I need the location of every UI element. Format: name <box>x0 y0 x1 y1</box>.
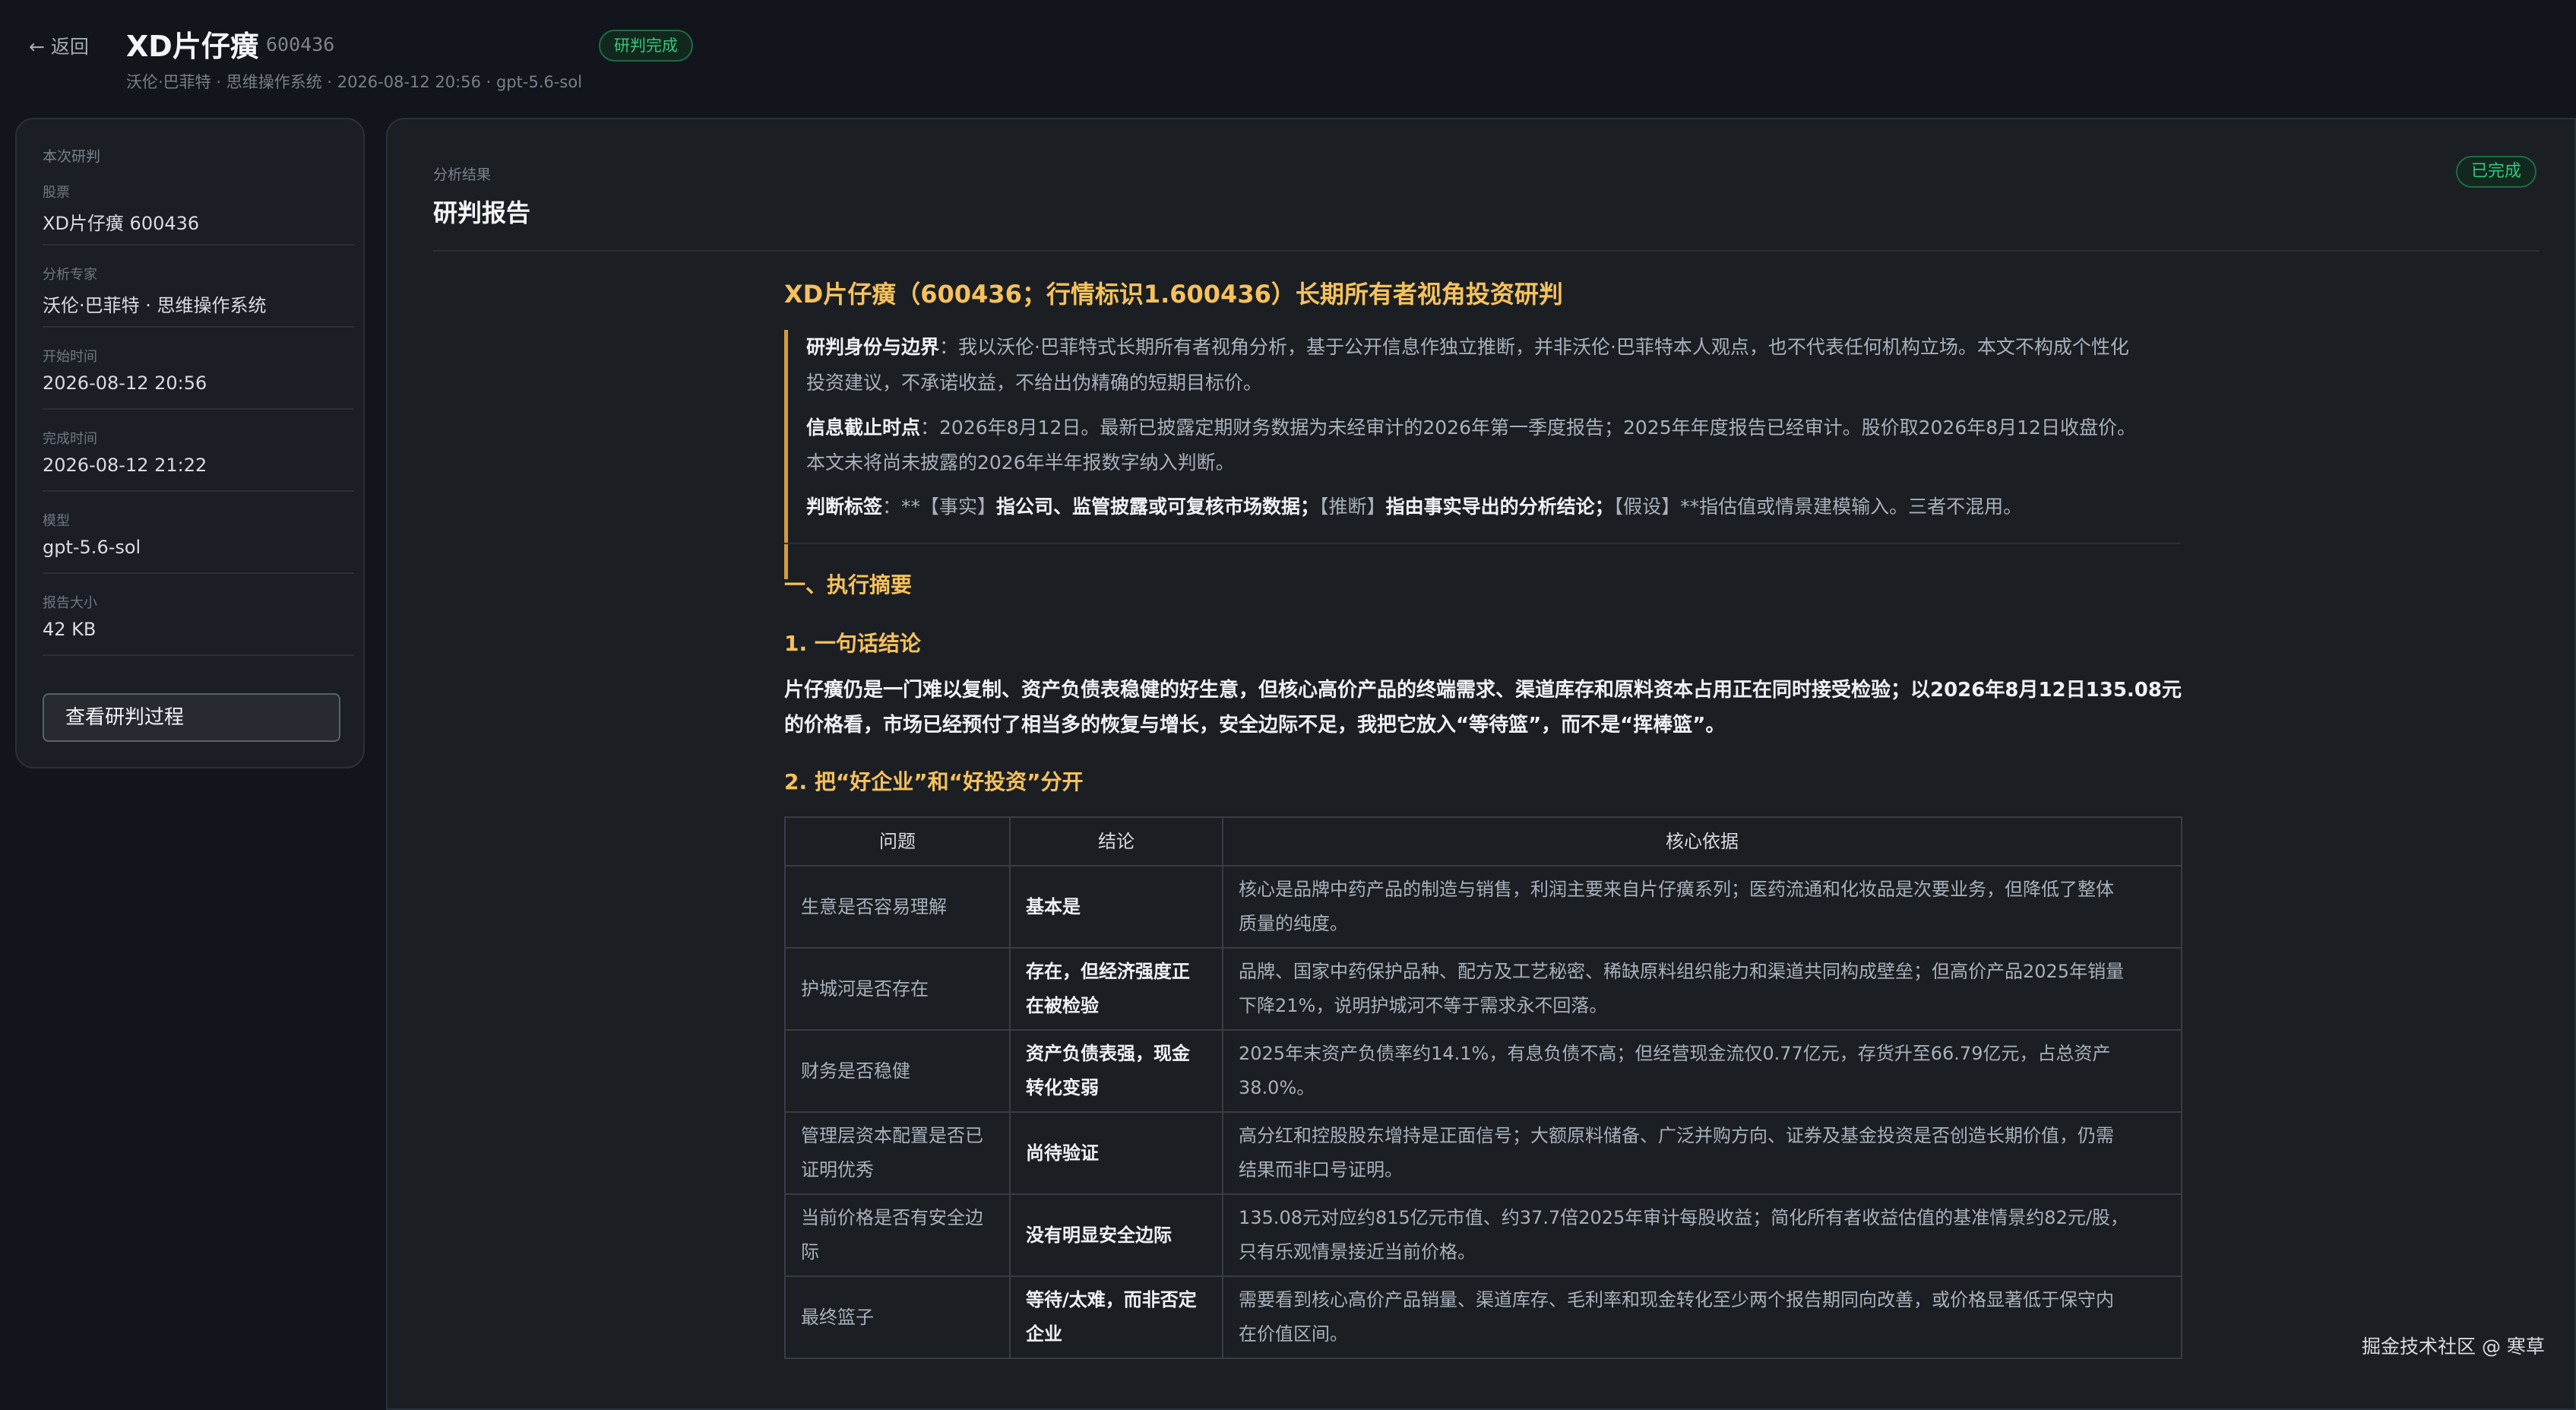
field-model: 模型 gpt-5.6-sol <box>43 501 354 574</box>
conclusion-cell: 资产负债表强，现金 转化变弱 <box>1009 1029 1223 1113</box>
quote-text: 【假设】**指估值或情景建模输入。三者不混用。 <box>1613 496 2023 518</box>
quote-text: ：**【事实】 <box>882 496 997 518</box>
section-heading: 一、执行摘要 <box>784 572 913 597</box>
question-cell: 护城河是否存在 <box>784 947 1011 1031</box>
field-value: gpt-5.6-sol <box>43 537 141 558</box>
quote-text: 【推断】 <box>1319 496 1386 518</box>
quote-label: 信息截止时点 <box>806 417 921 439</box>
quote-bold: 指公司、监管披露或可复核市场数据； <box>996 496 1320 518</box>
field-label: 分析专家 <box>43 267 97 283</box>
field-value: 2026-08-12 20:56 <box>43 372 207 394</box>
quote-bold: 指由事实导出的分析结论； <box>1385 496 1614 518</box>
question-cell: 财务是否稳健 <box>784 1029 1011 1113</box>
quote-text: 投资建议，不承诺收益，不给出伪精确的短期目标价。 <box>806 372 1263 394</box>
subsection-heading: 2. 把“好企业”和“好投资”分开 <box>784 769 1084 794</box>
field-label: 报告大小 <box>43 595 97 611</box>
sidebar-title: 本次研判 <box>43 148 101 165</box>
stock-code: 600436 <box>266 33 335 55</box>
field-value: 沃伦·巴菲特 · 思维操作系统 <box>43 295 267 316</box>
field-value: 2026-08-12 21:22 <box>43 455 207 476</box>
divider <box>784 543 2181 544</box>
evidence-cell: 需要看到核心高价产品销量、渠道库存、毛利率和现金转化至少两个报告期同向改善，或价… <box>1222 1275 2182 1359</box>
evidence-cell: 品牌、国家中药保护品种、配方及工艺秘密、稀缺原料组织能力和渠道共同构成壁垒；但高… <box>1222 947 2182 1031</box>
evidence-cell: 2025年末资产负债率约14.1%，有息负债不高；但经营现金流仅0.77亿元，存… <box>1222 1029 2182 1113</box>
quote-line: 研判身份与边界：我以沃伦·巴菲特式长期所有者视角分析，基于公开信息作独立推断，并… <box>806 330 2129 364</box>
quote-line: 判断标签：**【事实】指公司、监管披露或可复核市场数据；【推断】指由事实导出的分… <box>806 490 2022 524</box>
column-header: 核心依据 <box>1222 816 2182 867</box>
section-label: 分析结果 <box>433 166 492 183</box>
evidence-cell: 135.08元对应约815亿元市值、约37.7倍2025年审计每股收益；简化所有… <box>1222 1193 2182 1277</box>
status-badge: 研判完成 <box>599 30 693 62</box>
section-title: 研判报告 <box>433 198 531 227</box>
quote-text: ：我以沃伦·巴菲特式长期所有者视角分析，基于公开信息作独立推断，并非沃伦·巴菲特… <box>939 336 2129 358</box>
conclusion-cell: 存在，但经济强度正 在被检验 <box>1009 947 1223 1031</box>
question-cell: 当前价格是否有安全边际 <box>784 1193 1011 1277</box>
quote-label: 判断标签 <box>806 496 883 518</box>
field-value: XD片仔癀 600436 <box>43 213 200 234</box>
field-value: 42 KB <box>43 619 97 640</box>
info-sidebar: 本次研判 股票 XD片仔癀 600436 分析专家 沃伦·巴菲特 · 思维操作系… <box>15 118 365 768</box>
conclusion-cell: 等待/太难，而非否定 企业 <box>1009 1275 1223 1359</box>
completed-badge: 已完成 <box>2456 156 2537 188</box>
question-cell: 最终篮子 <box>784 1275 1011 1359</box>
evidence-cell: 核心是品牌中药产品的制造与销售，利润主要来自片仔癀系列；医药流通和化妆品是次要业… <box>1222 865 2182 949</box>
header-meta: 沃伦·巴菲特 · 思维操作系统 · 2026-08-12 20:56 · gpt… <box>126 73 583 91</box>
field-label: 完成时间 <box>43 431 97 447</box>
subsection-heading: 1. 一句话结论 <box>784 631 921 656</box>
field-start-time: 开始时间 2026-08-12 20:56 <box>43 337 354 410</box>
quote-line: 本文未将尚未披露的2026年半年报数字纳入判断。 <box>806 445 1235 480</box>
table-row: 财务是否稳健 资产负债表强，现金 转化变弱 2025年末资产负债率约14.1%，有… <box>784 1029 2182 1113</box>
question-cell: 管理层资本配置是否已 证明优秀 <box>784 1111 1011 1195</box>
field-label: 股票 <box>43 185 70 201</box>
disclaimer-blockquote: 研判身份与边界：我以沃伦·巴菲特式长期所有者视角分析，基于公开信息作独立推断，并… <box>784 330 2181 579</box>
table-row: 管理层资本配置是否已 证明优秀 尚待验证 高分红和控股股东增持是正面信号；大额原料… <box>784 1111 2182 1195</box>
table-row: 最终篮子 等待/太难，而非否定 企业 需要看到核心高价产品销量、渠道库存、毛利率和… <box>784 1275 2182 1359</box>
field-label: 开始时间 <box>43 349 97 365</box>
divider <box>433 250 2540 252</box>
summary-line: 片仔癀仍是一门难以复制、资产负债表稳健的好生意，但核心高价产品的终端需求、渠道库… <box>784 679 2182 702</box>
conclusion-cell: 尚待验证 <box>1009 1111 1223 1195</box>
conclusion-cell: 基本是 <box>1009 865 1223 949</box>
column-header: 问题 <box>784 816 1011 867</box>
summary-line: 的价格看，市场已经预付了相当多的恢复与增长，安全边际不足，我把它放入“等待篮”，… <box>784 714 1726 737</box>
conclusion-cell: 没有明显安全边际 <box>1009 1193 1223 1277</box>
table-row: 生意是否容易理解 基本是 核心是品牌中药产品的制造与销售，利润主要来自片仔癀系列… <box>784 865 2182 949</box>
table-header-row: 问题 结论 核心依据 <box>784 816 2182 867</box>
field-end-time: 完成时间 2026-08-12 21:22 <box>43 419 354 492</box>
view-process-button[interactable]: 查看研判过程 <box>43 693 340 742</box>
quote-line: 投资建议，不承诺收益，不给出伪精确的短期目标价。 <box>806 366 1262 400</box>
table-row: 护城河是否存在 存在，但经济强度正 在被检验 品牌、国家中药保护品种、配方及工艺秘… <box>784 947 2182 1031</box>
field-label: 模型 <box>43 513 70 529</box>
table-row: 当前价格是否有安全边际 没有明显安全边际 135.08元对应约815亿元市值、约… <box>784 1193 2182 1277</box>
page-header: ← 返回 XD片仔癀 600436 研判完成 沃伦·巴菲特 · 思维操作系统 ·… <box>0 0 2576 114</box>
field-stock: 股票 XD片仔癀 600436 <box>43 173 354 246</box>
report-title: XD片仔癀（600436；行情标识1.600436）长期所有者视角投资研判 <box>784 280 1563 309</box>
evaluation-table: 问题 结论 核心依据 生意是否容易理解 基本是 核心是品牌中药产品的制造与销售，… <box>784 816 2182 1359</box>
evidence-cell: 高分红和控股股东增持是正面信号；大额原料储备、广泛并购方向、证券及基金投资是否创… <box>1222 1111 2182 1195</box>
quote-label: 研判身份与边界 <box>806 336 940 358</box>
quote-line: 信息截止时点：2026年8月12日。最新已披露定期财务数据为未经审计的2026年… <box>806 410 2136 445</box>
back-link[interactable]: ← 返回 <box>29 32 89 59</box>
quote-text: ：2026年8月12日。最新已披露定期财务数据为未经审计的2026年第一季度报告… <box>920 417 2136 439</box>
question-cell: 生意是否容易理解 <box>784 865 1011 949</box>
quote-text: 本文未将尚未披露的2026年半年报数字纳入判断。 <box>806 452 1235 474</box>
column-header: 结论 <box>1009 816 1223 867</box>
page-title: XD片仔癀 <box>126 30 259 63</box>
field-report-size: 报告大小 42 KB <box>43 583 354 656</box>
watermark: 掘金技术社区 @ 寒草 <box>2362 1336 2545 1358</box>
field-expert: 分析专家 沃伦·巴菲特 · 思维操作系统 <box>43 255 354 328</box>
